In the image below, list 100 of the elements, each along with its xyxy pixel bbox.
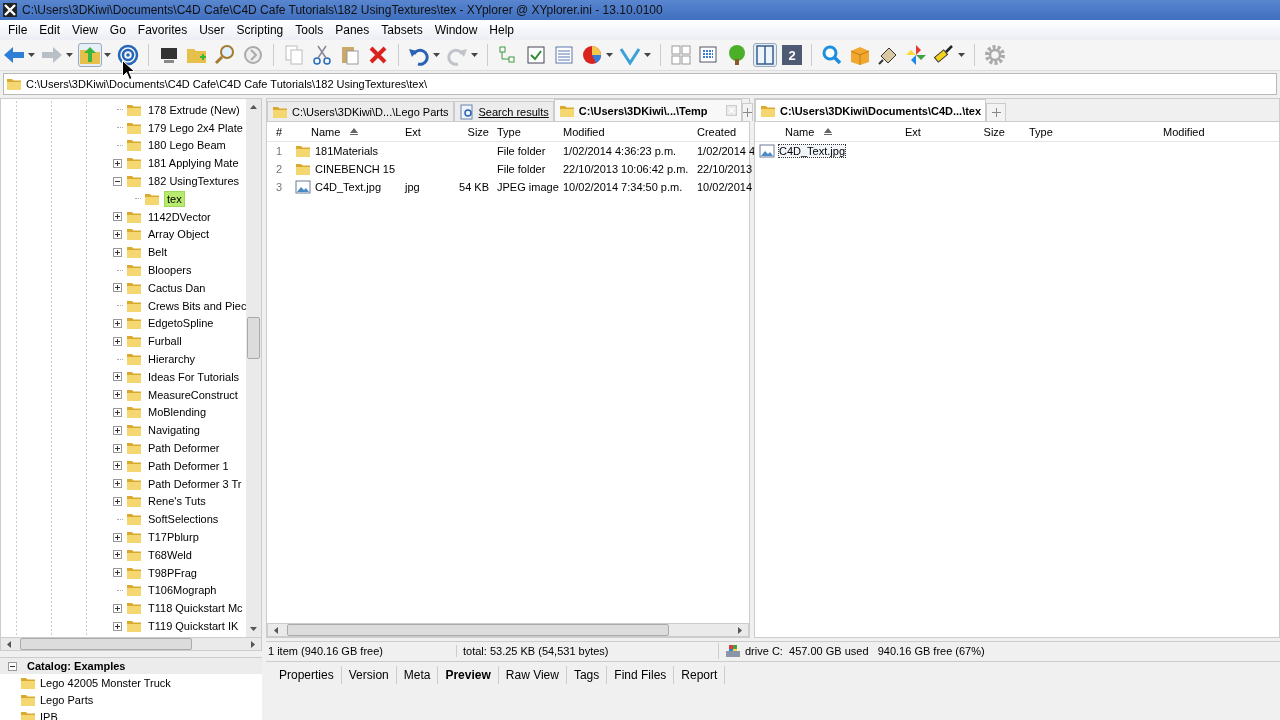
tab[interactable]: Properties xyxy=(272,666,342,684)
tree-item[interactable]: Rene's Tuts xyxy=(146,494,208,509)
tree-item[interactable]: Furball xyxy=(146,334,184,349)
menu-item[interactable]: Tabsets xyxy=(375,22,429,38)
tree-item[interactable]: Path Deformer 1 xyxy=(146,458,231,473)
expand-icon[interactable] xyxy=(113,229,122,239)
scroll-left-icon[interactable] xyxy=(7,640,11,648)
expand-icon[interactable] xyxy=(113,461,122,471)
menu-item[interactable]: Help xyxy=(483,22,520,38)
expand-icon[interactable] xyxy=(113,372,122,382)
scroll-right-icon[interactable] xyxy=(251,640,255,648)
menu-item[interactable]: User xyxy=(193,22,231,38)
menu-item[interactable]: Go xyxy=(103,22,132,38)
tree-item[interactable]: 1142DVector xyxy=(146,209,213,224)
tree-item[interactable]: 179 Lego 2x4 Plate xyxy=(146,120,245,135)
tree-item[interactable]: T106Mograph xyxy=(146,583,219,598)
tab[interactable]: Raw View xyxy=(498,666,567,684)
tree-item[interactable]: tex xyxy=(164,190,185,207)
menu-item[interactable]: Window xyxy=(428,22,484,38)
menu-item[interactable]: Favorites xyxy=(131,22,194,38)
collapse-icon[interactable] xyxy=(113,176,122,186)
new-tab-button[interactable] xyxy=(986,103,1007,121)
tree-item[interactable]: Belt xyxy=(146,245,169,260)
menu-item[interactable]: Tools xyxy=(289,22,330,38)
column-header[interactable]: Ext xyxy=(875,122,947,141)
expand-icon[interactable] xyxy=(113,532,122,542)
tree-item[interactable]: Hierarchy xyxy=(146,352,198,367)
tab[interactable]: C:\Users\3DKiwi\...\Temp xyxy=(553,99,742,121)
vertical-scrollbar[interactable] xyxy=(246,99,261,637)
column-header[interactable]: Name xyxy=(291,122,401,141)
caret-icon[interactable] xyxy=(958,53,965,57)
tree-item[interactable]: T98PFrag xyxy=(146,565,199,580)
catalog-item[interactable]: Lego 42005 Monster Truck xyxy=(40,676,171,689)
tree-item[interactable]: MeasureConstruct xyxy=(146,387,240,402)
tab[interactable]: Preview xyxy=(438,666,499,684)
tree-item[interactable]: Array Object xyxy=(146,227,212,242)
caret-icon[interactable] xyxy=(606,53,613,57)
tree-item[interactable]: T118 Quickstart Mc xyxy=(146,601,245,616)
tree-item[interactable]: Navigating xyxy=(146,423,202,438)
column-header[interactable]: Modified xyxy=(559,122,693,141)
pane-number-button[interactable]: 2 xyxy=(782,45,802,65)
caret-icon[interactable] xyxy=(433,53,440,57)
caret-icon[interactable] xyxy=(644,53,651,57)
menu-item[interactable]: File xyxy=(2,22,34,38)
tab[interactable]: C:\Users\3DKiwi\Documents\C4D...\tex xyxy=(755,99,987,121)
expand-icon[interactable] xyxy=(113,318,122,328)
scroll-right-icon[interactable] xyxy=(738,626,742,634)
tree-item[interactable]: 182 UsingTextures xyxy=(146,174,242,189)
menu-item[interactable]: Panes xyxy=(329,22,376,38)
back-icon[interactable] xyxy=(3,44,25,66)
expand-icon[interactable] xyxy=(113,212,122,222)
tree-item[interactable]: Ideas For Tutorials xyxy=(146,369,242,384)
scroll-thumb[interactable] xyxy=(20,638,192,650)
paint-roller-icon[interactable] xyxy=(933,44,955,66)
file-name[interactable]: 181Materials xyxy=(315,145,378,157)
dual-pane-icon[interactable] xyxy=(754,44,776,66)
expand-icon[interactable] xyxy=(113,283,122,293)
scroll-down-icon[interactable] xyxy=(250,627,257,631)
tree-item[interactable]: SoftSelections xyxy=(146,512,221,527)
tree-item[interactable]: 178 Extrude (New) xyxy=(146,102,242,117)
catalog-item[interactable]: IPB xyxy=(40,710,58,720)
file-name[interactable]: CINEBENCH 15 xyxy=(315,163,396,175)
cut-icon[interactable] xyxy=(311,44,333,66)
pinwheel-icon[interactable] xyxy=(905,44,927,66)
caret-icon[interactable] xyxy=(28,53,35,57)
horizontal-scrollbar[interactable] xyxy=(267,623,749,637)
expand-icon[interactable] xyxy=(113,443,122,453)
column-header[interactable]: Size xyxy=(947,122,1009,141)
search-icon[interactable] xyxy=(214,44,236,66)
column-header[interactable]: Type xyxy=(1009,122,1159,141)
menu-item[interactable]: Scripting xyxy=(230,22,290,38)
tree-item[interactable]: 181 Applying Mate xyxy=(146,156,241,171)
tree-item[interactable]: Crews Bits and Piec xyxy=(146,298,249,313)
column-header[interactable]: Type xyxy=(493,122,559,141)
column-header[interactable]: Modified xyxy=(1159,122,1259,141)
caret-icon[interactable] xyxy=(471,53,478,57)
tree-item[interactable]: EdgetoSpline xyxy=(146,316,216,331)
tree-item[interactable]: Bloopers xyxy=(146,263,194,278)
scroll-thumb[interactable] xyxy=(247,317,260,359)
expand-icon[interactable] xyxy=(113,407,122,417)
grid-icon[interactable] xyxy=(698,44,720,66)
expand-icon[interactable] xyxy=(113,568,122,578)
new-tab-button[interactable] xyxy=(741,103,753,121)
address-field[interactable]: C:\Users\3DKiwi\Documents\C4D Cafe\C4D Cafe Tutorials\182 UsingTextures\tex\ xyxy=(3,73,1277,95)
column-header[interactable]: Name xyxy=(755,122,875,141)
tree-item[interactable]: T17Pblurp xyxy=(146,530,201,544)
collapse-icon[interactable] xyxy=(8,661,17,671)
tree-item[interactable]: Cactus Dan xyxy=(146,280,208,295)
box-icon[interactable] xyxy=(849,44,871,66)
scroll-up-icon[interactable] xyxy=(250,105,257,109)
expand-icon[interactable] xyxy=(113,390,122,400)
pie-chart-icon[interactable] xyxy=(581,44,603,66)
caret-icon[interactable] xyxy=(104,53,111,57)
expand-icon[interactable] xyxy=(113,479,122,489)
expand-icon[interactable] xyxy=(113,550,122,560)
column-header[interactable]: Created xyxy=(693,122,749,141)
menu-item[interactable]: View xyxy=(66,22,104,38)
column-header[interactable]: # xyxy=(267,122,291,141)
tree-icon[interactable] xyxy=(726,44,748,66)
tab[interactable]: Search results xyxy=(453,101,554,121)
